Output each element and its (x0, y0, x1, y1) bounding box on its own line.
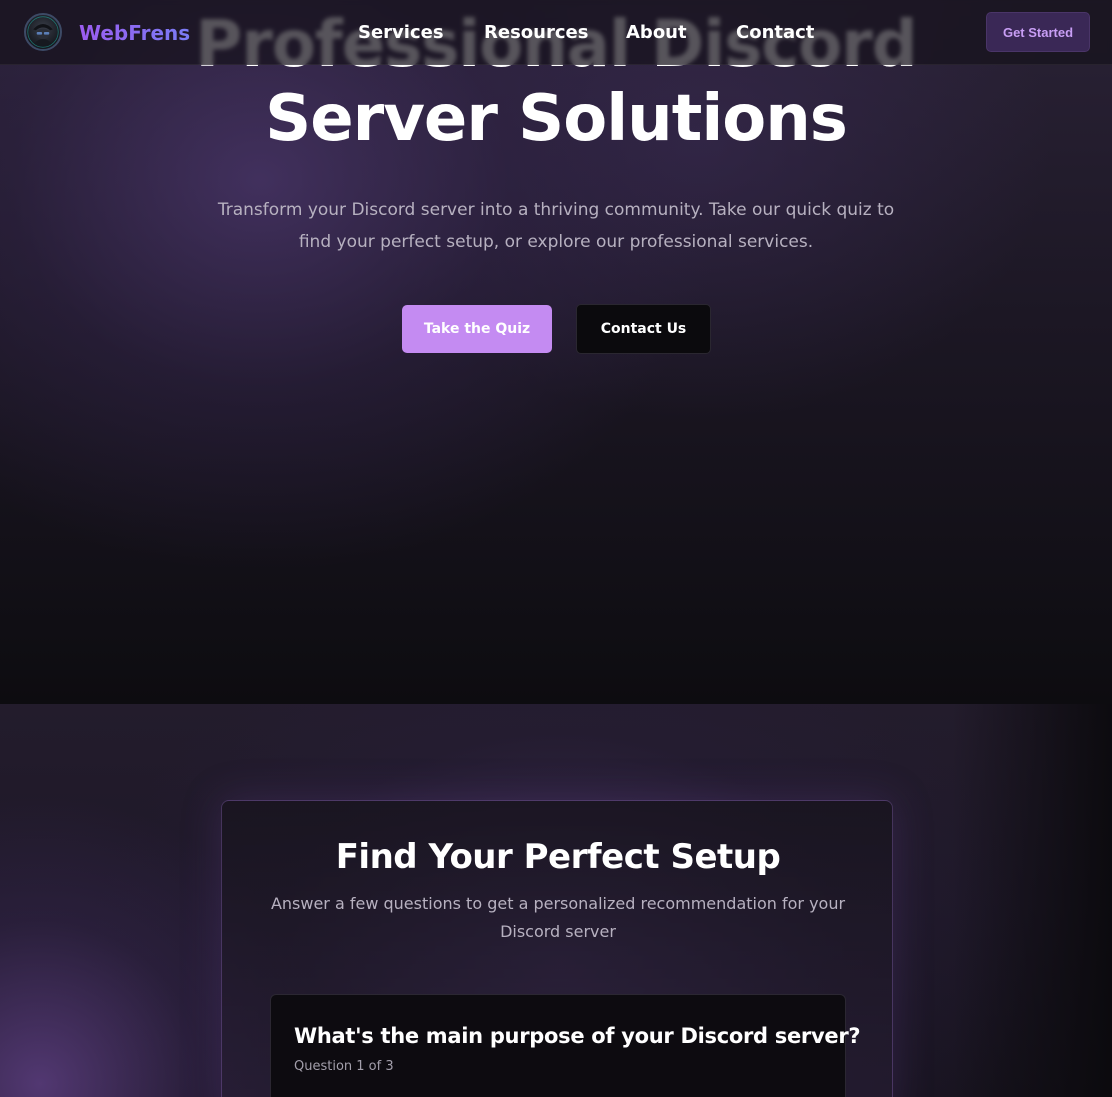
nav-link-resources[interactable]: Resources (484, 20, 588, 46)
take-quiz-button[interactable]: Take the Quiz (402, 305, 552, 353)
question-progress: Question 1 of 3 (294, 1059, 394, 1074)
hero-section: Professional Discord Server Solutions Tr… (0, 0, 1112, 704)
quiz-section: Find Your Perfect Setup Answer a few que… (0, 704, 1112, 1097)
contact-us-button[interactable]: Contact Us (576, 304, 711, 354)
hero-title-line-2: Server Solutions (265, 82, 848, 156)
nav-link-about[interactable]: About (626, 20, 687, 46)
hero-subtitle: Transform your Discord server into a thr… (217, 200, 895, 252)
question-text: What's the main purpose of your Discord … (294, 1024, 861, 1048)
top-navbar: WebFrens Services Resources About Contac… (0, 0, 1112, 65)
quiz-card: Find Your Perfect Setup Answer a few que… (221, 800, 893, 1097)
get-started-button[interactable]: Get Started (986, 12, 1090, 52)
brand-name[interactable]: WebFrens (79, 20, 190, 46)
quiz-title: Find Your Perfect Setup (335, 837, 781, 877)
nav-link-contact[interactable]: Contact (736, 20, 814, 46)
hacker-avatar-icon[interactable] (24, 13, 62, 51)
nav-link-services[interactable]: Services (358, 20, 444, 46)
quiz-subtitle: Answer a few questions to get a personal… (270, 894, 846, 941)
question-card: What's the main purpose of your Discord … (270, 994, 861, 1097)
